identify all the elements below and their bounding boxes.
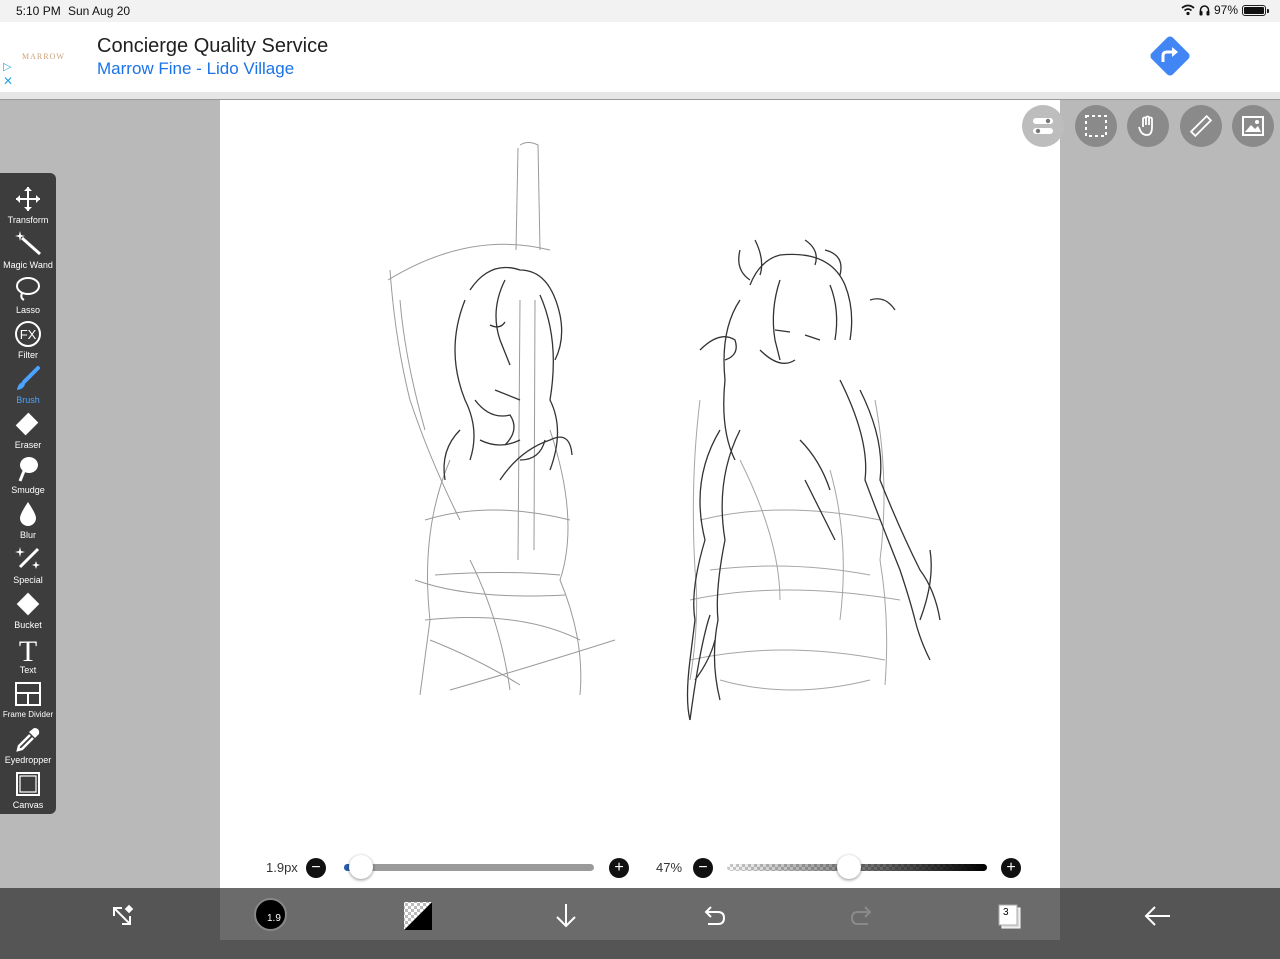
top-tools <box>1022 105 1280 147</box>
brush-size-thumb[interactable] <box>349 855 373 879</box>
transform-icon <box>16 187 40 211</box>
brush-size-increase-button[interactable]: + <box>609 858 629 878</box>
tool-smudge[interactable]: Smudge <box>0 451 56 496</box>
brush-size-badge[interactable]: 1.9 <box>254 898 287 931</box>
tool-eyedropper[interactable]: Eyedropper <box>0 721 56 766</box>
tool-eraser[interactable]: Eraser <box>0 406 56 451</box>
tool-label: Lasso <box>15 305 41 315</box>
svg-text:T: T <box>19 635 37 663</box>
redo-icon[interactable] <box>846 900 878 932</box>
opacity-value: 47% <box>656 860 683 875</box>
tool-label: Filter <box>18 350 38 360</box>
wifi-icon <box>1181 4 1195 16</box>
headphones-icon <box>1199 5 1210 16</box>
tool-filter[interactable]: FX Filter <box>0 316 56 361</box>
brush-size-decrease-button[interactable]: − <box>306 858 326 878</box>
tool-label: Transform <box>7 215 49 225</box>
opacity-decrease-button[interactable]: − <box>693 858 713 878</box>
brush-icon <box>17 366 40 390</box>
tool-label: Brush <box>16 395 40 405</box>
ad-title[interactable]: Concierge Quality Service <box>97 35 328 58</box>
undo-icon[interactable] <box>698 900 730 932</box>
selection-button[interactable] <box>1075 105 1117 147</box>
canvas-icon <box>16 772 40 796</box>
brush-size-badge-label: 1.9 <box>267 913 281 924</box>
battery-icon <box>1242 4 1269 16</box>
hand-icon <box>1138 115 1153 136</box>
close-icon[interactable]: ✕ <box>3 74 13 88</box>
tool-label: Blur <box>19 530 36 540</box>
special-icon <box>15 547 40 569</box>
ad-banner[interactable]: MARROW Concierge Quality Service Marrow … <box>0 22 1280 92</box>
tool-label: Bucket <box>14 620 42 630</box>
eyedropper-icon <box>16 728 40 752</box>
ad-separator <box>0 92 1280 100</box>
tool-canvas[interactable]: Canvas <box>0 766 56 811</box>
filter-icon: FX <box>15 321 41 347</box>
tool-label: Magic Wand <box>3 260 53 270</box>
drawing-canvas[interactable] <box>220 100 1060 888</box>
bottom-bar <box>0 888 1280 959</box>
ad-subtitle[interactable]: Marrow Fine - Lido Village <box>97 59 294 79</box>
toggle-icon <box>1033 118 1053 134</box>
status-bar: 5:10 PM Sun Aug 20 97% <box>0 0 1280 22</box>
ruler-button[interactable] <box>1180 105 1222 147</box>
layers-count: 3 <box>1003 907 1009 918</box>
brush-size-value: 1.9px <box>266 860 298 875</box>
opacity-increase-button[interactable]: + <box>1001 858 1021 878</box>
back-arrow-icon[interactable] <box>1142 900 1174 932</box>
tool-brush[interactable]: Brush <box>0 361 56 406</box>
tool-label: Eyedropper <box>4 755 52 765</box>
image-button[interactable] <box>1232 105 1274 147</box>
brush-size-slider[interactable] <box>344 864 594 871</box>
sketch-artwork <box>387 142 941 721</box>
ruler-icon <box>1189 114 1213 138</box>
lasso-icon <box>16 277 40 301</box>
tool-bucket[interactable]: Bucket <box>0 586 56 631</box>
download-icon[interactable] <box>550 900 582 932</box>
tool-label: Smudge <box>11 485 45 495</box>
adchoices-icon[interactable]: ▷ <box>3 60 11 73</box>
tool-transform[interactable]: Transform <box>0 181 56 226</box>
tool-frame-divider[interactable]: Frame Divider <box>0 676 56 721</box>
bucket-icon <box>16 592 40 616</box>
frame-divider-icon <box>15 682 41 706</box>
tool-lasso[interactable]: Lasso <box>0 271 56 316</box>
toggle-button[interactable] <box>1022 105 1064 147</box>
tool-blur[interactable]: Blur <box>0 496 56 541</box>
text-icon: T <box>19 635 37 663</box>
tool-text[interactable]: T Text <box>0 631 56 676</box>
smudge-icon <box>18 457 38 482</box>
bottom-bar-center <box>220 888 1060 940</box>
status-time: 5:10 PM <box>16 4 61 18</box>
color-swap-icon[interactable] <box>402 900 434 932</box>
tool-label: Frame Divider <box>2 710 54 719</box>
eraser-icon <box>15 412 39 436</box>
tool-palette: Transform Magic Wand Lasso FX Filter Bru… <box>0 173 56 814</box>
opacity-thumb[interactable] <box>837 855 862 879</box>
tool-label: Special <box>13 575 43 585</box>
ad-logo: MARROW <box>22 52 65 61</box>
selection-icon <box>1085 115 1107 137</box>
image-icon <box>1242 116 1264 136</box>
hand-button[interactable] <box>1127 105 1169 147</box>
tool-special[interactable]: Special <box>0 541 56 586</box>
quick-menu-icon[interactable] <box>106 900 138 932</box>
tool-label: Canvas <box>12 800 44 810</box>
battery-percent: 97% <box>1213 3 1238 17</box>
status-right: 97% <box>1181 3 1269 17</box>
tool-label: Eraser <box>14 440 42 450</box>
blur-icon <box>20 502 36 526</box>
svg-text:FX: FX <box>20 327 37 342</box>
magic-wand-icon <box>15 231 41 256</box>
status-date: Sun Aug 20 <box>68 4 131 18</box>
tool-magic-wand[interactable]: Magic Wand <box>0 226 56 271</box>
layers-icon[interactable] <box>994 900 1026 932</box>
directions-icon[interactable] <box>1148 34 1192 78</box>
tool-label: Text <box>19 665 37 675</box>
